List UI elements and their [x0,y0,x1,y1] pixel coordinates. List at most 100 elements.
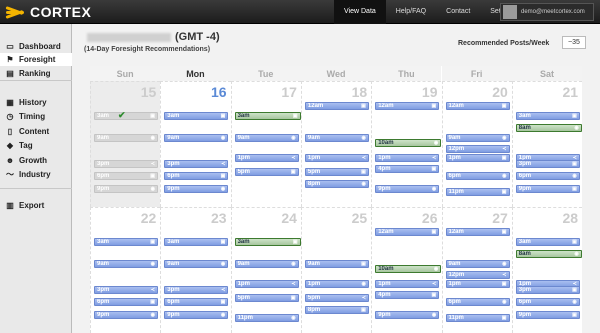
post-slot[interactable]: 9pm ◉ [375,185,440,193]
post-slot[interactable]: 5pm ≺ [304,294,369,302]
post-slot[interactable]: 3am ▣ [94,112,158,120]
post-slot[interactable]: 3am ▣ [234,238,301,246]
sidebar-item-dashboard[interactable]: ▭ Dashboard [0,40,72,53]
post-slot[interactable]: 6pm ◉ [515,298,580,306]
sidebar-item-ranking[interactable]: ▤ Ranking [0,67,72,80]
post-slot[interactable]: 3pm ≺ [94,160,158,168]
post-slot[interactable]: 1pm ≺ [375,154,440,162]
post-slot[interactable]: 12am ▣ [375,228,440,236]
post-slot[interactable]: 8am ◉ [515,124,582,132]
post-slot[interactable]: 3pm ≺ [94,286,158,294]
post-slot[interactable]: 6pm ◉ [515,172,580,180]
post-slot[interactable]: 3pm ≺ [164,160,229,168]
post-slot[interactable]: 8pm ▣ [304,306,369,314]
post-slot[interactable]: 3am ▣ [164,238,229,246]
post-slot[interactable]: 9am ▣ [304,260,369,268]
post-slot[interactable]: 9am ◉ [304,134,369,142]
post-slot[interactable]: 3am ▣ [515,112,580,120]
post-slot[interactable]: 9am ◉ [445,260,510,268]
post-slot[interactable]: 6pm ▣ [94,298,158,306]
post-slot[interactable]: 11pm ▣ [445,188,510,196]
post-slot[interactable]: 6pm ▣ [164,172,229,180]
post-slot[interactable]: 9pm ◉ [94,185,158,193]
calendar-day-cell[interactable]: 25 9am ▣ 1pm ◉ 5pm ≺ 8pm ▣ [300,207,372,333]
cortex-logo[interactable]: CORTEX [5,4,91,20]
post-slot[interactable]: 3pm ≺ [164,286,229,294]
calendar-day-cell[interactable]: 26 12am ▣ 10am ◉ 1pm ≺ 4pm ▣ 9pm ◉ [371,207,442,333]
calendar-day-cell[interactable]: 21 3am ▣ 8am ◉ 1pm ≺ 3pm ▣ 6pm ◉ 9pm ▣ [511,81,583,207]
post-slot[interactable]: 1pm ◉ [304,280,369,288]
post-slot[interactable]: 12am ▣ [445,102,510,110]
post-slot[interactable]: 4pm ▣ [375,291,440,299]
post-slot[interactable]: 1pm ▣ [445,154,510,162]
post-slot[interactable]: 1pm ▣ [445,280,510,288]
post-slot[interactable]: 9am ◉ [94,134,158,142]
post-slot[interactable]: 6pm ▣ [94,172,158,180]
calendar-day-cell[interactable]: 24 3am ▣ 9am ◉ 1pm ≺ 5pm ▣ 11pm ◉ [230,207,301,333]
post-slot[interactable]: 9am ◉ [234,134,299,142]
post-slot[interactable]: 12am ▣ [445,228,510,236]
post-slot[interactable]: 3pm ▣ [515,160,580,168]
post-slot[interactable]: 12am ▣ [304,102,369,110]
post-slot[interactable]: 9am ◉ [445,134,510,142]
sidebar-item-history[interactable]: ▦ History [0,96,72,109]
calendar-day-cell[interactable]: 17 3am ▣ 9am ◉ 1pm ≺ 5pm ▣ [230,81,301,207]
calendar-day-cell[interactable]: 20 12am ▣ 9am ◉ 12pm ≺ 1pm ▣ 6pm ◉ 11pm ▣ [441,81,512,207]
calendar-day-cell[interactable]: 27 12am ▣ 9am ◉ 12pm ≺ 1pm ▣ 6pm ◉ 11pm ▣ [441,207,512,333]
nav-item-help-faq[interactable]: Help/FAQ [386,0,436,24]
post-slot[interactable]: 5pm ▣ [234,168,299,176]
sidebar-item-foresight[interactable]: ⚑ Foresight [0,53,72,66]
post-slot[interactable]: 3am ▣ [234,112,301,120]
nav-item-contact[interactable]: Contact [436,0,480,24]
post-slot[interactable]: 3am ▣ [515,238,580,246]
calendar-day-cell[interactable]: 23 3am ▣ 9am ◉ 3pm ≺ 6pm ▣ 9pm ◉ [160,207,231,333]
sidebar-item-timing[interactable]: ◷ Timing [0,110,72,123]
post-slot[interactable]: 3am ▣ [164,112,229,120]
post-slot[interactable]: 4pm ▣ [375,165,440,173]
post-slot[interactable]: 9am ◉ [94,260,158,268]
post-slot[interactable]: 9pm ▣ [515,311,580,319]
post-slot[interactable]: 11pm ◉ [234,314,299,322]
post-slot[interactable]: 3pm ▣ [515,286,580,294]
sidebar-item-tag[interactable]: ◆ Tag [0,139,72,152]
calendar-day-cell[interactable]: 19 12am ▣ 10am ◉ 1pm ≺ 4pm ▣ 9pm ◉ [371,81,442,207]
post-slot[interactable]: 5pm ▣ [234,294,299,302]
post-slot[interactable]: 11pm ▣ [445,314,510,322]
recommended-posts-value[interactable]: ~35 [562,36,586,49]
post-slot[interactable]: 10am ◉ [375,265,442,273]
post-slot[interactable]: 9pm ◉ [94,311,158,319]
post-slot[interactable]: 9pm ◉ [164,185,229,193]
post-slot[interactable]: 9pm ▣ [515,185,580,193]
post-slot[interactable]: 3am ▣ [94,238,158,246]
sidebar-item-content[interactable]: ▯ Content [0,125,72,138]
post-slot[interactable]: 1pm ≺ [234,280,299,288]
post-slot[interactable]: 12pm ≺ [445,145,510,153]
post-slot[interactable]: 9pm ◉ [164,311,229,319]
sidebar-item-growth[interactable]: ☻ Growth [0,154,72,167]
calendar-day-cell[interactable]: 15 3am ▣ ✔ 9am ◉ 3pm ≺ 6pm ▣ 9pm ◉ [90,81,161,207]
calendar-day-cell[interactable]: 16 3am ▣ 9am ◉ 3pm ≺ 6pm ▣ 9pm ◉ [160,81,231,207]
sidebar-item-industry[interactable]: 〜 Industry [0,168,72,181]
user-menu[interactable]: demo@meetcortex.com [500,3,594,21]
post-slot[interactable]: 6pm ▣ [164,298,229,306]
post-slot[interactable]: 8am ◉ [515,250,582,258]
post-slot[interactable]: 5pm ▣ [304,168,369,176]
post-slot[interactable]: 6pm ◉ [445,298,510,306]
post-slot[interactable]: 9am ◉ [164,134,229,142]
post-slot[interactable]: 9pm ◉ [375,311,440,319]
post-slot[interactable]: 6pm ◉ [445,172,510,180]
calendar-day-cell[interactable]: 28 3am ▣ 8am ◉ 1pm ≺ 3pm ▣ 6pm ◉ 9pm ▣ [511,207,583,333]
calendar-day-cell[interactable]: 18 12am ▣ 9am ◉ 1pm ≺ 5pm ▣ 8pm ◉ [300,81,372,207]
calendar-day-cell[interactable]: 22 3am ▣ 9am ◉ 3pm ≺ 6pm ▣ 9pm ◉ [90,207,161,333]
post-slot[interactable]: 1pm ≺ [304,154,369,162]
post-slot[interactable]: 1pm ≺ [375,280,440,288]
sidebar-item-export[interactable]: ▥ Export [0,199,72,212]
post-slot[interactable]: 12pm ≺ [445,271,510,279]
post-slot[interactable]: 8pm ◉ [304,180,369,188]
post-slot[interactable]: 9am ◉ [234,260,299,268]
post-slot[interactable]: 9am ◉ [164,260,229,268]
post-slot[interactable]: 10am ◉ [375,139,442,147]
post-slot[interactable]: 12am ▣ [375,102,440,110]
post-slot[interactable]: 1pm ≺ [234,154,299,162]
nav-item-view-data[interactable]: View Data [334,0,386,24]
